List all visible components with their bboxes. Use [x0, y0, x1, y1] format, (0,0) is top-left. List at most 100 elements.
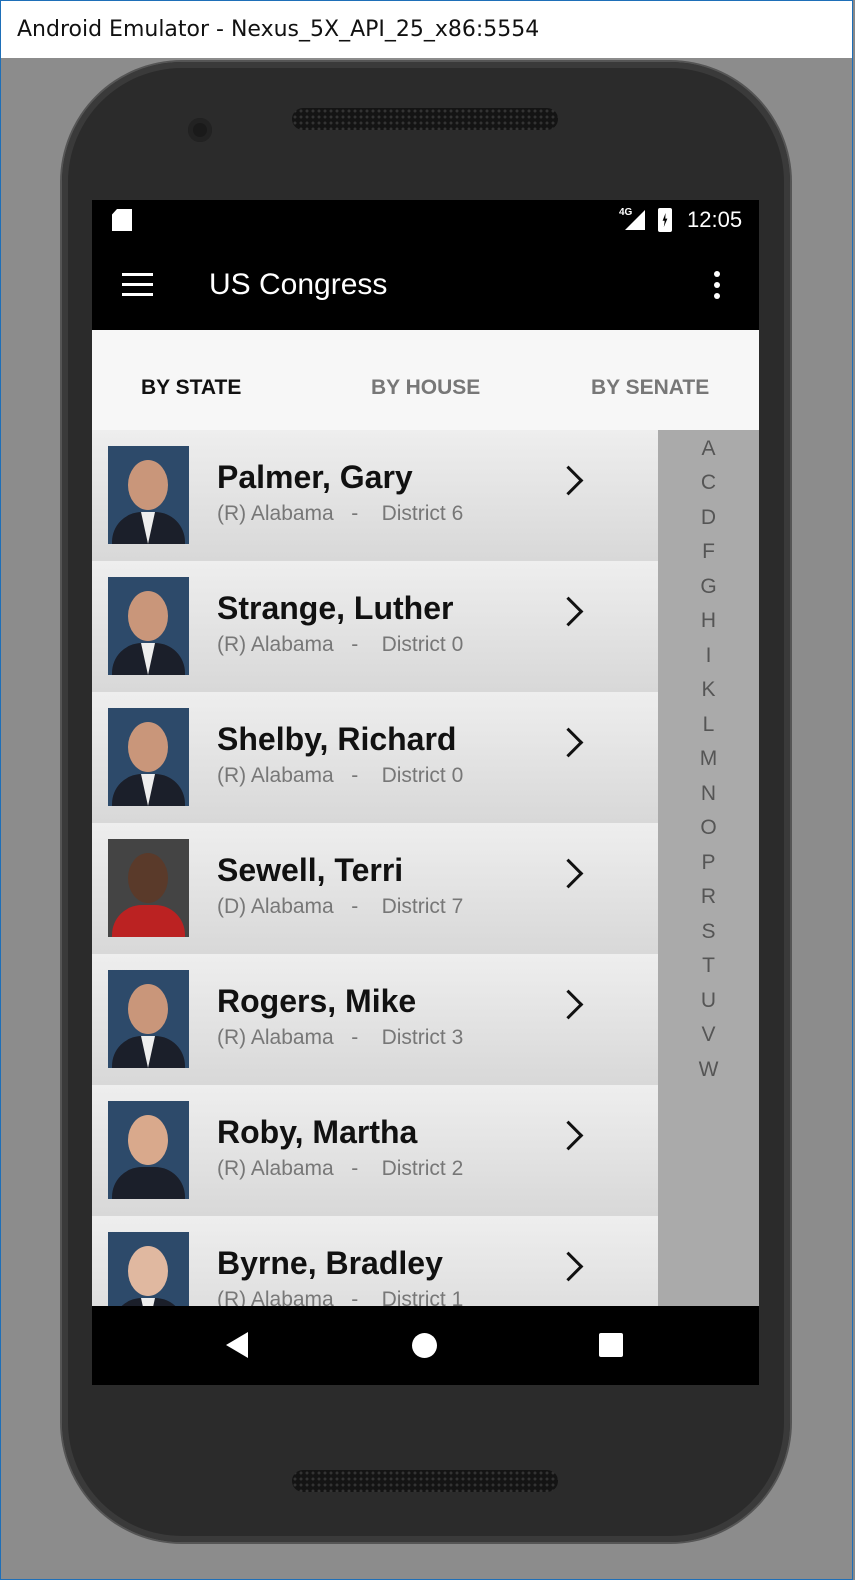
- back-triangle-icon[interactable]: [226, 1332, 248, 1358]
- chevron-right-icon: [553, 596, 584, 627]
- list-item[interactable]: Byrne, Bradley (R) Alabama - District 1: [92, 1216, 658, 1306]
- member-photo: [108, 839, 189, 937]
- index-letter-u[interactable]: U: [658, 989, 759, 1013]
- member-details: (R) Alabama - District 6: [217, 502, 464, 525]
- member-district: District 0: [381, 764, 464, 787]
- tab-by-state[interactable]: BY STATE: [141, 376, 241, 400]
- tab-bar: BY STATE BY HOUSE BY SENATE: [92, 330, 759, 430]
- member-party: (R): [217, 1288, 247, 1306]
- index-letter-r[interactable]: R: [658, 885, 759, 909]
- member-district: District 0: [381, 633, 464, 656]
- member-details: (R) Alabama - District 1: [217, 1288, 463, 1306]
- battery-charging-icon: [658, 208, 672, 232]
- list-item[interactable]: Roby, Martha (R) Alabama - District 2: [92, 1085, 658, 1216]
- member-state: Alabama: [250, 1026, 334, 1049]
- index-letter-t[interactable]: T: [658, 954, 759, 978]
- home-circle-icon[interactable]: [412, 1333, 437, 1358]
- member-state: Alabama: [250, 633, 334, 656]
- list-item[interactable]: Strange, Luther (R) Alabama - District 0: [92, 561, 658, 692]
- hamburger-menu-icon[interactable]: [122, 273, 153, 297]
- member-party: (D): [217, 895, 247, 918]
- index-letter-f[interactable]: F: [658, 540, 759, 564]
- list-item[interactable]: Shelby, Richard (R) Alabama - District 0: [92, 692, 658, 823]
- index-letter-i[interactable]: I: [658, 644, 759, 668]
- member-photo: [108, 1101, 189, 1199]
- index-letter-m[interactable]: M: [658, 747, 759, 771]
- member-party: (R): [217, 764, 247, 787]
- index-letter-d[interactable]: D: [658, 506, 759, 530]
- app-title: US Congress: [209, 268, 388, 301]
- member-district: District 3: [381, 1026, 464, 1049]
- chevron-right-icon: [553, 465, 584, 496]
- member-state: Alabama: [250, 764, 334, 787]
- member-state: Alabama: [250, 1157, 334, 1180]
- emulator-window-title: Android Emulator - Nexus_5X_API_25_x86:5…: [17, 17, 540, 42]
- index-letter-n[interactable]: N: [658, 782, 759, 806]
- network-type-label: 4G: [619, 207, 633, 218]
- member-name: Byrne, Bradley: [217, 1245, 443, 1281]
- chevron-right-icon: [553, 1120, 584, 1151]
- member-party: (R): [217, 1157, 247, 1180]
- member-party: (R): [217, 502, 247, 525]
- member-details: (R) Alabama - District 2: [217, 1157, 464, 1180]
- member-name: Palmer, Gary: [217, 459, 413, 495]
- device-screen: 4G 12:05 US Congress BY STATE BY HOUSE B…: [92, 200, 759, 1385]
- member-details: (R) Alabama - District 0: [217, 633, 464, 656]
- index-letter-c[interactable]: C: [658, 471, 759, 495]
- member-photo: [108, 708, 189, 806]
- status-bar: 4G 12:05: [92, 200, 759, 242]
- member-state: Alabama: [250, 502, 334, 525]
- member-district: District 6: [381, 502, 464, 525]
- member-photo: [108, 1232, 189, 1306]
- tab-by-house[interactable]: BY HOUSE: [371, 376, 480, 400]
- recents-square-icon[interactable]: [599, 1333, 623, 1357]
- index-letter-h[interactable]: H: [658, 609, 759, 633]
- list-item[interactable]: Sewell, Terri (D) Alabama - District 7: [92, 823, 658, 954]
- member-details: (D) Alabama - District 7: [217, 895, 464, 918]
- member-name: Sewell, Terri: [217, 852, 404, 888]
- emulator-titlebar: Android Emulator - Nexus_5X_API_25_x86:5…: [0, 0, 853, 58]
- index-letter-a[interactable]: A: [658, 437, 759, 461]
- index-letter-o[interactable]: O: [658, 816, 759, 840]
- member-name: Roby, Martha: [217, 1114, 418, 1150]
- member-name: Strange, Luther: [217, 590, 454, 626]
- index-letter-w[interactable]: W: [658, 1058, 759, 1082]
- status-clock: 12:05: [687, 207, 743, 232]
- list-item[interactable]: Palmer, Gary (R) Alabama - District 6: [92, 430, 658, 561]
- system-nav-bar: [92, 1306, 759, 1385]
- member-party: (R): [217, 1026, 247, 1049]
- app-bar: US Congress: [92, 242, 759, 330]
- chevron-right-icon: [553, 858, 584, 889]
- front-camera: [188, 118, 212, 142]
- chevron-right-icon: [553, 727, 584, 758]
- chevron-right-icon: [553, 989, 584, 1020]
- more-vert-icon[interactable]: [714, 271, 720, 301]
- member-party: (R): [217, 633, 247, 656]
- index-letter-s[interactable]: S: [658, 920, 759, 944]
- bottom-speaker-grille: [292, 1470, 558, 1492]
- index-letter-p[interactable]: P: [658, 851, 759, 875]
- member-photo: [108, 970, 189, 1068]
- member-district: District 2: [381, 1157, 464, 1180]
- member-photo: [108, 446, 189, 544]
- alphabet-index: A C D F G H I K L M N O P R S T U V W: [658, 430, 759, 1306]
- member-list[interactable]: Palmer, Gary (R) Alabama - District 6 St…: [92, 430, 658, 1306]
- member-state: Alabama: [250, 1288, 334, 1306]
- member-details: (R) Alabama - District 3: [217, 1026, 464, 1049]
- member-district: District 7: [381, 895, 464, 918]
- index-letter-g[interactable]: G: [658, 575, 759, 599]
- index-letter-l[interactable]: L: [658, 713, 759, 737]
- list-item[interactable]: Rogers, Mike (R) Alabama - District 3: [92, 954, 658, 1085]
- chevron-right-icon: [553, 1251, 584, 1282]
- member-photo: [108, 577, 189, 675]
- member-district: District 1: [381, 1288, 464, 1306]
- top-speaker-grille: [292, 108, 558, 130]
- member-name: Rogers, Mike: [217, 983, 417, 1019]
- index-letter-k[interactable]: K: [658, 678, 759, 702]
- member-details: (R) Alabama - District 0: [217, 764, 464, 787]
- sd-card-icon: [112, 209, 132, 231]
- index-letter-v[interactable]: V: [658, 1023, 759, 1047]
- member-name: Shelby, Richard: [217, 721, 457, 757]
- tab-by-senate[interactable]: BY SENATE: [591, 376, 709, 400]
- member-state: Alabama: [250, 895, 334, 918]
